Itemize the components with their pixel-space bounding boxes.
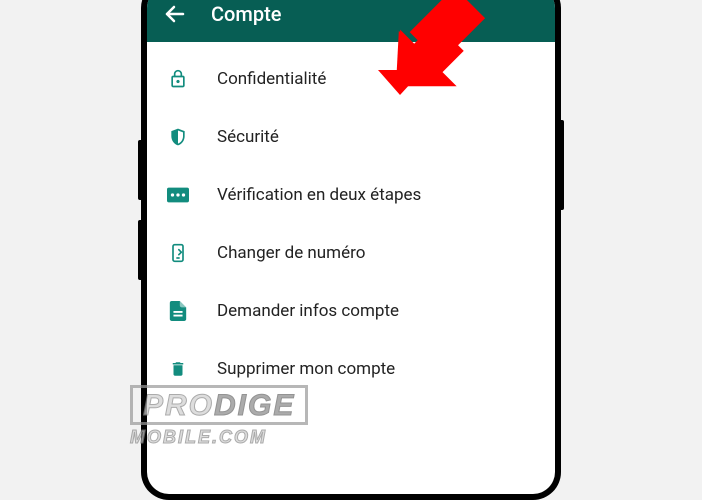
menu-item-label: Vérification en deux étapes xyxy=(217,185,421,205)
pin-icon xyxy=(167,184,189,206)
menu-item-supprimer-compte[interactable]: Supprimer mon compte xyxy=(147,340,555,398)
menu-item-label: Supprimer mon compte xyxy=(217,359,395,379)
back-button[interactable] xyxy=(163,2,187,26)
menu-item-changer-numero[interactable]: Changer de numéro xyxy=(147,224,555,282)
menu-item-securite[interactable]: Sécurité xyxy=(147,108,555,166)
phone-change-icon xyxy=(167,242,189,264)
phone-button-left-2 xyxy=(138,220,141,280)
menu-item-label: Sécurité xyxy=(217,127,279,147)
trash-icon xyxy=(167,358,189,380)
app-bar: Compte xyxy=(147,0,555,42)
screen: Compte Confidentialité Sécurité xyxy=(147,0,555,494)
lock-icon xyxy=(167,68,189,90)
menu-item-demander-infos[interactable]: Demander infos compte xyxy=(147,282,555,340)
page-title: Compte xyxy=(211,2,281,26)
menu-item-label: Demander infos compte xyxy=(217,301,399,321)
menu-item-verification[interactable]: Vérification en deux étapes xyxy=(147,166,555,224)
phone-button-right xyxy=(561,120,564,210)
document-icon xyxy=(167,300,189,322)
arrow-left-icon xyxy=(163,2,187,26)
menu-item-confidentialite[interactable]: Confidentialité xyxy=(147,50,555,108)
menu-item-label: Confidentialité xyxy=(217,69,326,89)
shield-icon xyxy=(167,126,189,148)
menu-list: Confidentialité Sécurité xyxy=(147,42,555,406)
phone-frame: Compte Confidentialité Sécurité xyxy=(141,0,561,500)
phone-button-left xyxy=(138,140,141,200)
menu-item-label: Changer de numéro xyxy=(217,243,365,263)
